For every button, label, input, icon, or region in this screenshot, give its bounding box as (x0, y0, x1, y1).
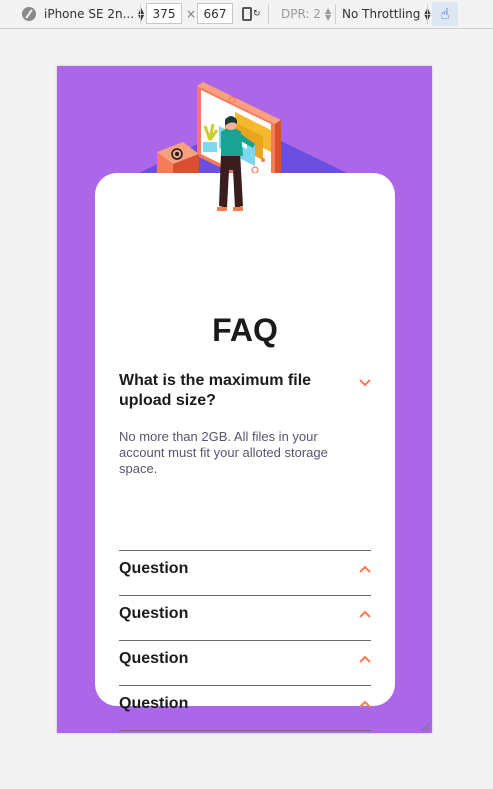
toolbar-divider (268, 4, 269, 24)
devtools-toolbar: iPhone SE 2n... ▲ ▼ 375 × 667 ↻ DPR: 2 ▲ ▼… (0, 0, 493, 29)
height-input[interactable]: 667 (197, 3, 233, 24)
divider (119, 595, 371, 596)
faq-item-5[interactable]: Question (119, 694, 371, 714)
chevron-up-icon[interactable] (359, 565, 371, 573)
dpr-select[interactable]: DPR: 2 ▲ ▼ (281, 0, 331, 28)
faq-question-1[interactable]: What is the maximum file upload size? (119, 371, 334, 411)
resize-grip-icon[interactable] (420, 721, 430, 731)
width-input[interactable]: 375 (146, 3, 182, 24)
times-icon: × (186, 7, 197, 21)
faq-item-2[interactable]: Question (119, 559, 371, 579)
toolbar-divider (140, 4, 141, 24)
select-arrows-icon: ▲▼ (138, 6, 145, 22)
divider (119, 685, 371, 686)
width-value: 375 (152, 6, 176, 21)
faq-answer-1: No more than 2GB. All files in your acco… (119, 429, 328, 476)
faq-question-3[interactable]: Question (119, 604, 334, 624)
select-arrows-icon: ▲▼ (324, 6, 332, 22)
dpr-label: DPR: 2 (281, 7, 321, 21)
throttling-select[interactable]: No Throttling ▲▼ (342, 0, 431, 28)
faq-card: FAQ What is the maximum file upload size… (95, 173, 395, 731)
faq-question-2[interactable]: Question (119, 559, 334, 579)
toolbar-divider (427, 4, 428, 24)
device-viewport: FAQ What is the maximum file upload size… (57, 66, 432, 733)
chevron-down-icon[interactable] (359, 379, 371, 387)
faq-item-1[interactable]: What is the maximum file upload size? No… (119, 371, 371, 477)
faq-item-4[interactable]: Question (119, 649, 371, 669)
chevron-up-icon[interactable] (359, 700, 371, 708)
height-value: 667 (203, 6, 227, 21)
faq-item-3[interactable]: Question (119, 604, 371, 624)
device-mode-icon[interactable] (22, 0, 36, 28)
device-select[interactable]: iPhone SE 2n... ▲ ▼ (44, 0, 144, 28)
rotate-icon[interactable]: ↻ (242, 0, 261, 28)
throttling-label: No Throttling (342, 7, 421, 21)
device-label: iPhone SE 2n... (44, 7, 135, 21)
faq-question-5[interactable]: Question (119, 694, 334, 714)
divider (119, 640, 371, 641)
page-title: FAQ (212, 312, 278, 348)
touch-toggle-icon[interactable]: ☝ (432, 2, 458, 26)
divider (119, 550, 371, 551)
divider (119, 730, 371, 731)
chevron-up-icon[interactable] (359, 610, 371, 618)
faq-question-4[interactable]: Question (119, 649, 334, 669)
toolbar-divider (335, 4, 336, 24)
chevron-up-icon[interactable] (359, 655, 371, 663)
